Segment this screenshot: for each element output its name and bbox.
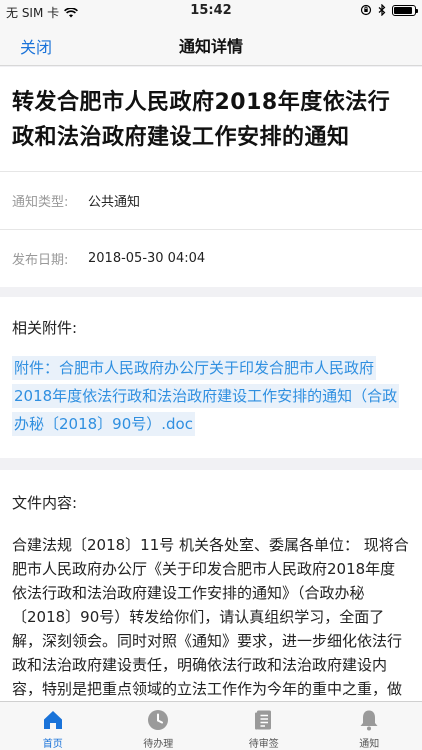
publish-date-value: 2018-05-30 04:04 (88, 251, 206, 266)
attachments-label: 相关附件: (12, 319, 78, 337)
document-icon (254, 710, 271, 730)
home-icon (43, 711, 62, 729)
status-time: 15:42 (190, 3, 232, 18)
divider (0, 458, 422, 470)
tab-label: 通知 (359, 739, 380, 750)
content-label: 文件内容: (12, 494, 78, 512)
nav-bar: 关闭 通知详情 (0, 22, 422, 66)
tab-review[interactable]: 待审签 (211, 702, 317, 750)
tab-home[interactable]: 首页 (0, 702, 106, 750)
divider (0, 287, 422, 297)
status-bar: 无 SIM 卡 15:42 (0, 0, 422, 22)
tab-pending[interactable]: 待办理 (106, 702, 212, 750)
tab-label: 待办理 (143, 739, 174, 750)
content-area[interactable]: 转发合肥市人民政府2018年度依法行政和法治政府建设工作安排的通知 通知类型: … (0, 67, 422, 750)
attachment-link[interactable]: 附件：合肥市人民政府办公厅关于印发合肥市人民政府2018年度依法行政和法治政府建… (12, 356, 400, 436)
publish-date-row: 发布日期: 2018-05-30 04:04 (0, 229, 422, 287)
clock-icon (148, 710, 169, 730)
content-text: 合建法规〔2018〕11号 机关各处室、委属各单位： 现将合肥市人民政府办公厅《… (12, 536, 409, 722)
publish-date-label: 发布日期: (12, 253, 69, 268)
page-title: 通知详情 (178, 37, 243, 56)
battery-icon (392, 4, 418, 16)
title-block: 转发合肥市人民政府2018年度依法行政和法治政府建设工作安排的通知 (0, 67, 422, 171)
tab-label: 待审签 (248, 739, 279, 750)
notice-type-row: 通知类型: 公共通知 (0, 171, 422, 229)
attachments-section: 相关附件: 附件：合肥市人民政府办公厅关于印发合肥市人民政府2018年度依法行政… (0, 297, 422, 458)
orientation-lock-icon (360, 4, 372, 16)
status-right (360, 4, 418, 16)
tab-bar: 首页 待办理 待审签 通知 (0, 701, 422, 750)
notice-type-value: 公共通知 (88, 195, 141, 210)
tab-label: 首页 (42, 739, 63, 750)
notice-type-label: 通知类型: (12, 195, 69, 210)
bell-icon (360, 710, 378, 731)
tab-notice[interactable]: 通知 (317, 702, 422, 750)
notice-title: 转发合肥市人民政府2018年度依法行政和法治政府建设工作安排的通知 (12, 90, 391, 150)
bluetooth-icon (378, 4, 386, 16)
